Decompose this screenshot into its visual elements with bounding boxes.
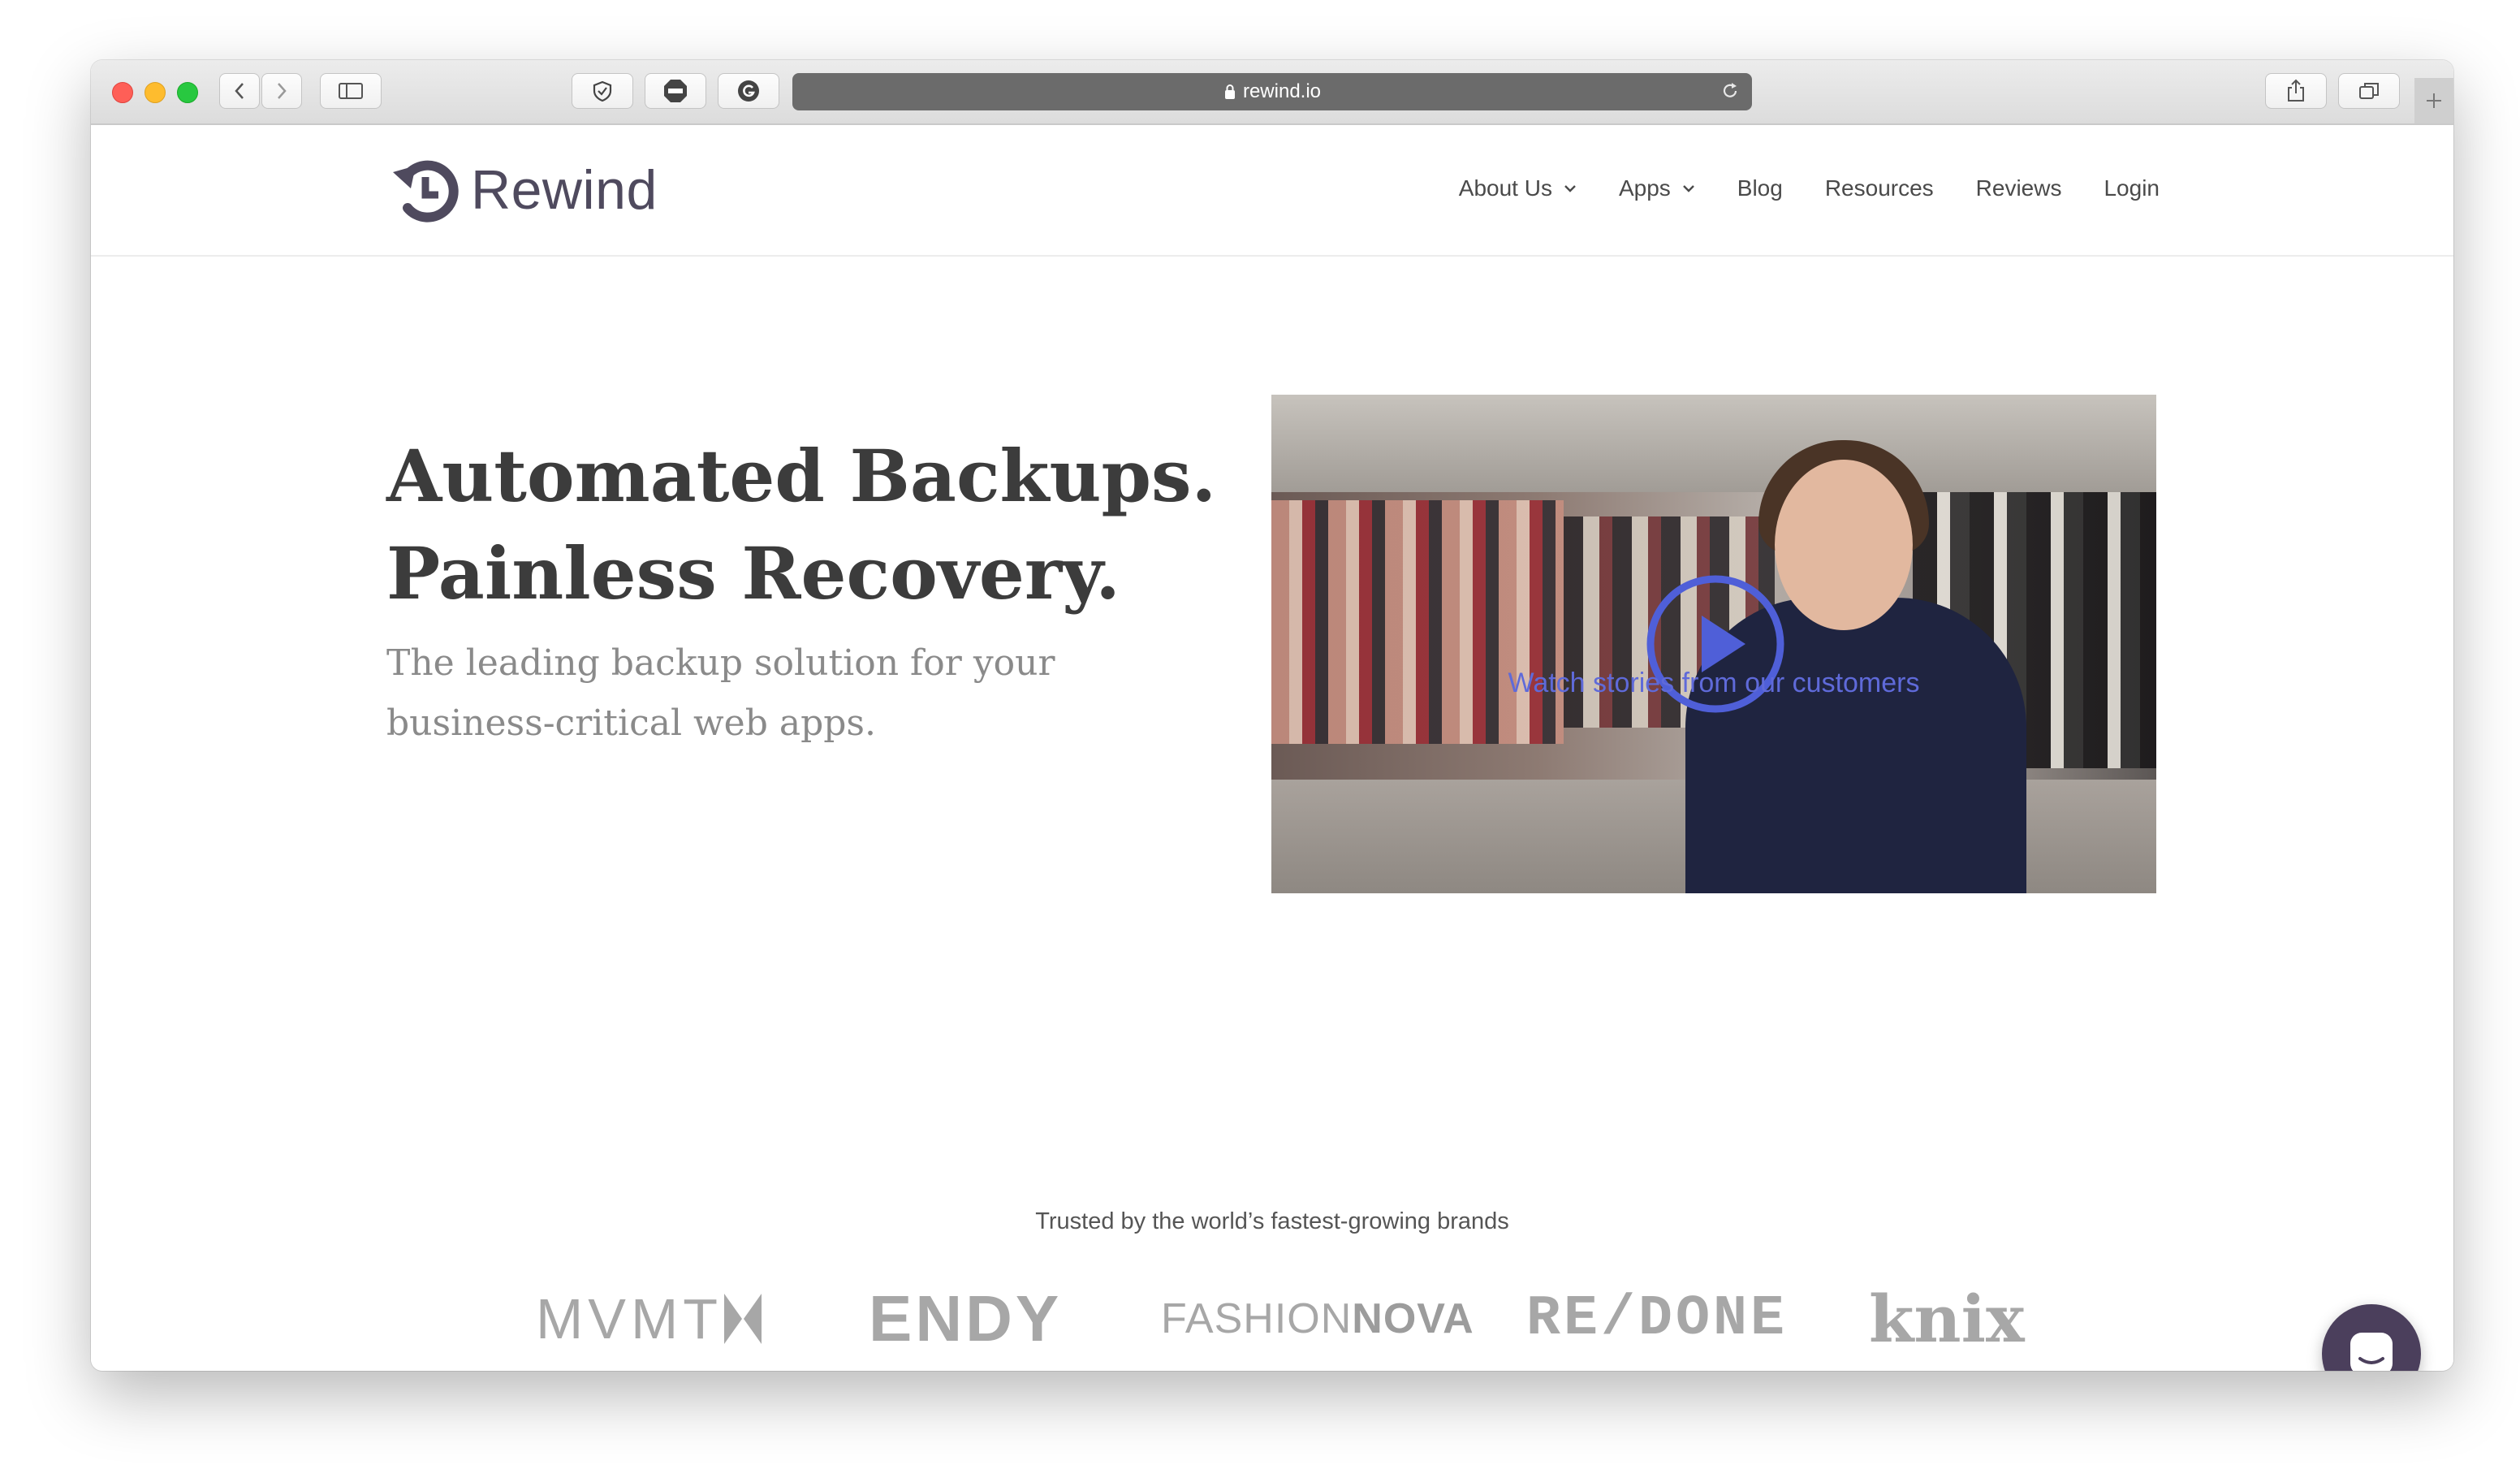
url-text: rewind.io — [1242, 80, 1322, 102]
nav-login[interactable]: Login — [2104, 175, 2160, 201]
watch-stories-link[interactable]: Watch stories from our customers — [1271, 668, 2156, 699]
brand-mvmt-text: MVMT — [536, 1287, 723, 1351]
nav-blog-label: Blog — [1737, 175, 1783, 201]
nav-about-us[interactable]: About Us — [1459, 175, 1577, 201]
brand-logo-endy: ENDY — [869, 1282, 1063, 1355]
chat-icon — [2350, 1333, 2393, 1371]
hero-title-line1: Automated Backups. — [386, 434, 1217, 518]
hero-subtitle: The leading backup solution for your bus… — [386, 642, 1055, 744]
browser-window: rewind.io Rewind About Us Apps Blog Reso… — [91, 60, 2453, 1371]
chat-launcher-button[interactable] — [2322, 1304, 2421, 1371]
nav-login-label: Login — [2104, 175, 2160, 201]
privacy-extension-button[interactable] — [572, 73, 633, 109]
hero-title-line2: Painless Recovery. — [386, 531, 1120, 616]
zoom-window-button[interactable] — [177, 82, 198, 103]
grammarly-extension-button[interactable] — [718, 73, 779, 109]
share-button[interactable] — [2265, 73, 2327, 109]
chevron-down-icon — [1564, 185, 1576, 192]
nav-apps[interactable]: Apps — [1619, 175, 1695, 201]
adblock-extension-button[interactable] — [645, 73, 706, 109]
page-content: Rewind About Us Apps Blog Resources Revi… — [91, 125, 2453, 1371]
browser-toolbar: rewind.io — [91, 60, 2453, 125]
customer-video-thumbnail[interactable] — [1271, 395, 2156, 893]
nav-about-us-label: About Us — [1458, 175, 1552, 201]
minimize-window-button[interactable] — [145, 82, 166, 103]
rewind-logo-icon — [393, 160, 459, 223]
site-header: Rewind About Us Apps Blog Resources Revi… — [91, 125, 2453, 257]
hero-title: Automated Backups. Painless Recovery. — [386, 427, 1216, 622]
video-background-rack — [1271, 500, 1564, 744]
nav-resources-label: Resources — [1824, 175, 1934, 201]
brand-nova-text: NOVA — [1352, 1295, 1474, 1342]
video-person-head — [1775, 460, 1913, 630]
brand-logo-fashionnova: FASHION NOVA — [1161, 1278, 1474, 1359]
brand-logo-knix: knix — [1869, 1281, 2025, 1357]
brand-logo-redone: RE/DONE — [1526, 1286, 1789, 1351]
rewind-logo[interactable]: Rewind — [388, 153, 658, 227]
close-window-button[interactable] — [112, 82, 133, 103]
sidebar-icon — [339, 83, 363, 99]
reload-icon[interactable] — [1720, 80, 1741, 102]
nav-blog[interactable]: Blog — [1737, 175, 1783, 201]
chevron-right-icon — [278, 83, 287, 99]
lock-icon — [1224, 84, 1235, 99]
main-nav: About Us Apps Blog Resources Reviews Log… — [1417, 175, 2160, 201]
nav-resources[interactable]: Resources — [1825, 175, 1934, 201]
logo-text: Rewind — [471, 159, 658, 221]
tabs-overview-button[interactable] — [2338, 73, 2400, 109]
nav-apps-label: Apps — [1618, 175, 1671, 201]
video-background-ceiling — [1271, 395, 2156, 492]
forward-button[interactable] — [261, 73, 302, 109]
nav-reviews-label: Reviews — [1975, 175, 2062, 201]
chevron-left-icon — [235, 83, 244, 99]
share-icon — [2288, 79, 2304, 102]
new-tab-button[interactable] — [2414, 78, 2453, 123]
shield-icon — [593, 80, 612, 102]
adblock-icon — [664, 80, 687, 102]
nav-reviews[interactable]: Reviews — [1976, 175, 2062, 201]
mvmt-mark-icon — [724, 1294, 762, 1344]
sidebar-toggle-button[interactable] — [320, 73, 382, 109]
brand-logo-mvmt: MVMT — [536, 1278, 763, 1359]
plus-icon — [2427, 93, 2441, 108]
brand-logos: MVMT ENDY FASHION NOVA RE/DONE knix — [536, 1278, 2078, 1359]
address-bar[interactable]: rewind.io — [792, 73, 1752, 110]
tabs-icon — [2359, 83, 2379, 99]
chevron-down-icon — [1682, 185, 1694, 192]
back-button[interactable] — [219, 73, 260, 109]
brand-fashion-text: FASHION — [1161, 1295, 1353, 1342]
trusted-heading: Trusted by the world’s fastest-growing b… — [1035, 1208, 1509, 1234]
grammarly-icon — [738, 80, 759, 102]
